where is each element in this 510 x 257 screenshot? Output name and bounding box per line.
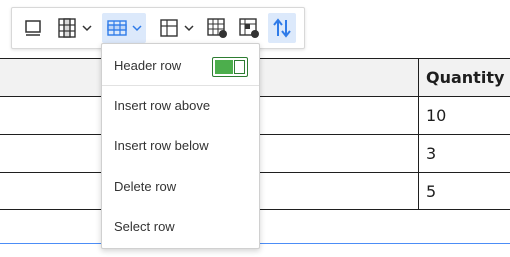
insert-row-below-item[interactable]: Insert row below <box>102 127 259 163</box>
table-caption-button[interactable] <box>20 13 46 43</box>
delete-row-item[interactable]: Delete row <box>102 168 259 204</box>
merge-cells-icon <box>159 19 178 37</box>
chevron-down-icon <box>183 25 194 32</box>
header-row-toggle[interactable] <box>212 57 248 77</box>
column-button[interactable] <box>52 13 96 43</box>
chevron-down-icon <box>131 25 142 32</box>
toggle-knob <box>234 60 245 74</box>
table-properties-button[interactable] <box>204 13 230 43</box>
row-icon <box>106 20 127 36</box>
row-dropdown-menu: Header row Insert row above Insert row b… <box>101 43 260 249</box>
table-cell-quantity[interactable]: 10 <box>426 106 446 125</box>
table-cell-quantity[interactable]: 5 <box>426 182 436 201</box>
toggle-fill <box>215 60 233 74</box>
cell-properties-button[interactable] <box>236 13 262 43</box>
select-row-item[interactable]: Select row <box>102 208 259 244</box>
sort-button[interactable] <box>268 13 296 43</box>
insert-row-above-item[interactable]: Insert row above <box>102 87 259 123</box>
table-properties-icon <box>207 18 227 38</box>
table-cell-quantity[interactable]: 3 <box>426 144 436 163</box>
menu-separator <box>102 85 259 86</box>
column-icon <box>57 18 76 38</box>
merge-cells-button[interactable] <box>154 13 198 43</box>
header-row-toggle-item[interactable]: Header row <box>102 47 259 83</box>
row-button[interactable] <box>102 13 146 43</box>
sort-icon <box>273 18 291 38</box>
table-column-divider <box>418 58 419 210</box>
table-caption-icon <box>25 20 41 36</box>
chevron-down-icon <box>81 25 92 32</box>
cell-properties-icon <box>239 18 259 38</box>
column-header-quantity[interactable]: Quantity <box>426 68 504 87</box>
header-row-label: Header row <box>114 57 182 73</box>
